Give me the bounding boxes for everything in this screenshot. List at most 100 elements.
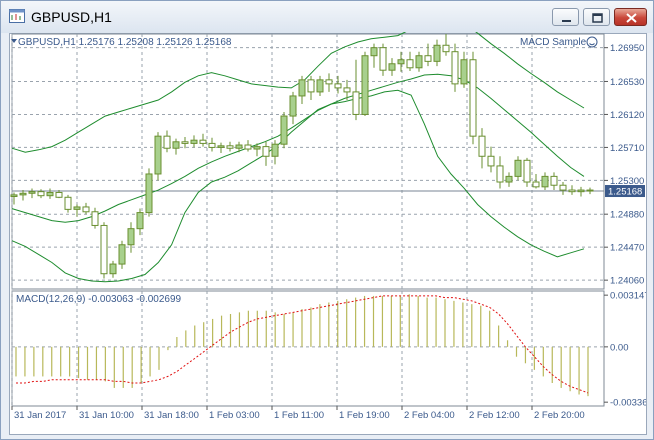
time-axis-label: 31 Jan 18:00 xyxy=(144,410,199,421)
maximize-button[interactable] xyxy=(583,8,610,26)
macd-header: MACD(12,26,9) -0.003063 -0.002699 xyxy=(16,294,182,305)
candle-body xyxy=(271,143,279,157)
candle-body xyxy=(352,91,360,115)
time-axis-label: 2 Feb 04:00 xyxy=(404,410,455,421)
candle-body xyxy=(541,175,549,188)
candle-body xyxy=(154,135,162,175)
time-axis-label: 2 Feb 12:00 xyxy=(469,410,520,421)
candle-body xyxy=(487,155,495,167)
candle-body xyxy=(127,228,135,246)
candle-body xyxy=(496,165,504,183)
expert-advisor-label: MACD Sample xyxy=(520,37,587,48)
macd-panel-frame xyxy=(11,290,605,407)
candle-body xyxy=(199,139,207,144)
chart-window-icon xyxy=(9,9,25,23)
candle-body xyxy=(226,145,234,149)
candle-body xyxy=(145,173,153,214)
close-icon xyxy=(626,13,637,23)
price-axis-label: 1.24470 xyxy=(610,243,644,254)
candle-body xyxy=(388,63,396,71)
candle-body xyxy=(28,191,36,194)
candle-body xyxy=(343,87,351,93)
candle-body xyxy=(181,141,189,144)
candle-body xyxy=(424,55,432,62)
candle-body xyxy=(280,115,288,145)
candle-body xyxy=(550,175,558,186)
candle-body xyxy=(316,79,324,93)
candle-body xyxy=(514,159,522,177)
candle-body xyxy=(478,135,486,157)
price-axis-label: 1.26120 xyxy=(610,110,644,121)
candle-body xyxy=(289,95,297,117)
price-axis-label: 1.26530 xyxy=(610,77,644,88)
price-axis-label: 1.24060 xyxy=(610,276,644,287)
candle-body xyxy=(415,55,423,69)
candle-body xyxy=(217,145,225,148)
candle-body xyxy=(559,184,567,191)
candle-body xyxy=(568,189,576,193)
time-axis-label: 1 Feb 11:00 xyxy=(274,410,324,421)
candle-body xyxy=(532,181,540,188)
price-chart[interactable]: 1.269501.265301.261201.257101.253001.248… xyxy=(8,32,646,434)
time-axis-label: 1 Feb 03:00 xyxy=(209,410,260,421)
price-axis-label: 1.24880 xyxy=(610,210,644,221)
candle-body xyxy=(442,44,450,53)
candle-body xyxy=(451,51,459,85)
candle-body xyxy=(73,206,81,210)
macd-axis-label: -0.003367 xyxy=(610,398,646,409)
minimize-icon xyxy=(562,20,571,22)
candle-body xyxy=(136,212,144,230)
price-axis-label: 1.26950 xyxy=(610,43,644,54)
candle-body xyxy=(91,211,99,226)
time-axis-label: 31 Jan 10:00 xyxy=(79,410,134,421)
macd-axis-label: 0.00 xyxy=(610,342,629,353)
candle-body xyxy=(334,83,342,89)
candle-body xyxy=(163,135,171,149)
candle-body xyxy=(298,79,306,97)
candle-body xyxy=(55,191,63,198)
candle-body xyxy=(190,139,198,144)
candle-body xyxy=(37,191,45,197)
time-axis-label: 1 Feb 19:00 xyxy=(339,410,390,421)
candle-body xyxy=(577,189,585,193)
candle-body xyxy=(46,191,54,197)
candle-body xyxy=(370,47,378,57)
candle-body xyxy=(244,144,252,150)
candle-body xyxy=(262,146,270,157)
candle-body xyxy=(64,196,72,210)
macd-axis-label: 0.003147 xyxy=(610,291,646,302)
current-price-label: 1.25168 xyxy=(608,187,642,198)
candle-body xyxy=(118,244,126,265)
candle-body xyxy=(379,47,387,71)
candle-body xyxy=(586,189,594,192)
symbol-header: GBPUSD,H1 1.25176 1.25208 1.25126 1.2516… xyxy=(18,37,232,48)
price-axis-label: 1.25710 xyxy=(610,143,644,154)
candle-body xyxy=(505,175,513,183)
candle-body xyxy=(10,194,18,197)
candle-body xyxy=(460,59,468,85)
restore-icon xyxy=(592,13,603,23)
candle-body xyxy=(433,44,441,62)
candle-body xyxy=(325,79,333,85)
candle-body xyxy=(100,224,108,275)
time-axis-label: 2 Feb 20:00 xyxy=(534,410,585,421)
close-button[interactable] xyxy=(614,8,647,26)
candle-body xyxy=(307,79,315,93)
minimize-button[interactable] xyxy=(552,8,579,26)
candle-body xyxy=(406,59,414,69)
title-bar[interactable]: GBPUSD,H1 xyxy=(1,1,653,33)
candle-body xyxy=(235,144,243,149)
candle-body xyxy=(172,141,180,149)
candle-body xyxy=(109,263,117,275)
candle-body xyxy=(19,192,27,196)
smiley-icon xyxy=(586,36,598,48)
candle-body xyxy=(208,142,216,148)
window-title: GBPUSD,H1 xyxy=(31,9,112,25)
candle-body xyxy=(469,59,477,137)
candle-body xyxy=(82,206,90,213)
time-axis-label: 31 Jan 2017 xyxy=(14,410,66,421)
candle-body xyxy=(523,159,531,183)
candle-body xyxy=(253,146,261,150)
candle-body xyxy=(397,59,405,65)
candle-body xyxy=(361,55,369,115)
